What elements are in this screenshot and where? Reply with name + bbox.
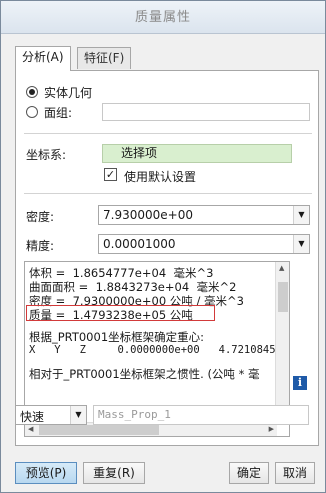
info-icon[interactable]: i <box>293 376 307 390</box>
precision-value: 0.00001000 <box>103 237 176 251</box>
use-default-label: 使用默认设置 <box>124 170 197 184</box>
precision-label: 精度: <box>26 239 55 253</box>
tab-analysis[interactable]: 分析(A) <box>15 46 71 71</box>
mass-highlight-box <box>26 305 215 321</box>
ok-button[interactable]: 确定 <box>229 462 269 484</box>
preview-button[interactable]: 预览(P) <box>15 462 77 484</box>
mass-properties-dialog: 质量属性 分析(A) 特征(F) 实体几何 面组: 坐标系: 选择项 ✓ 使用默… <box>0 0 326 493</box>
tab-feature-label: 特征(F) <box>84 51 125 65</box>
scroll-left-icon[interactable]: ◀ <box>28 425 33 433</box>
result-inertia-title: 相对于_PRT0001坐标框架之惯性. (公吨 * 毫 <box>29 367 260 381</box>
mode-combo[interactable]: 快速 ▼ <box>15 405 87 425</box>
divider <box>24 133 312 134</box>
use-default-checkbox[interactable]: ✓ <box>104 168 117 181</box>
coord-system-value: 选择项 <box>121 146 158 160</box>
density-label: 密度: <box>26 210 55 224</box>
radio-quilt-label: 面组: <box>44 105 73 120</box>
vertical-scrollbar[interactable]: ▲ ▼ <box>275 262 289 422</box>
chevron-down-icon[interactable]: ▼ <box>293 206 309 224</box>
divider <box>24 193 312 194</box>
tab-analysis-label: 分析(A) <box>22 50 64 64</box>
scroll-thumb[interactable] <box>39 425 159 435</box>
chevron-down-icon[interactable]: ▼ <box>293 235 309 253</box>
density-combo[interactable]: 7.930000e+00 ▼ <box>98 205 310 225</box>
checkmark-icon: ✓ <box>105 168 116 181</box>
precision-combo[interactable]: 0.00001000 ▼ <box>98 234 310 254</box>
radio-selected-icon <box>26 86 38 98</box>
quilt-field[interactable] <box>102 103 310 121</box>
radio-solid-geometry[interactable]: 实体几何 <box>26 83 92 101</box>
scroll-thumb[interactable] <box>278 282 288 312</box>
scroll-right-icon[interactable]: ▶ <box>269 425 274 433</box>
chevron-down-icon[interactable]: ▼ <box>70 406 86 424</box>
cancel-button[interactable]: 取消 <box>275 462 315 484</box>
coord-label: 坐标系: <box>26 148 67 162</box>
result-cg-title: 根据_PRT0001坐标框架确定重心: <box>29 330 205 344</box>
scroll-up-icon[interactable]: ▲ <box>279 264 284 272</box>
analysis-name-field[interactable]: Mass_Prop_1 <box>93 405 309 425</box>
coord-system-field[interactable]: 选择项 <box>102 144 292 163</box>
result-cg-values: X Y Z 0.0000000e+00 4.7210845e+ <box>29 344 289 356</box>
dialog-title: 质量属性 <box>1 1 325 34</box>
density-value: 7.930000e+00 <box>103 208 193 222</box>
radio-solid-label: 实体几何 <box>44 85 93 100</box>
repeat-button[interactable]: 重复(R) <box>83 462 145 484</box>
mode-value: 快速 <box>20 410 45 424</box>
analysis-panel: 实体几何 面组: 坐标系: 选择项 ✓ 使用默认设置 密度: 7.930000e… <box>15 70 319 446</box>
radio-unselected-icon <box>26 106 38 118</box>
tab-feature[interactable]: 特征(F) <box>77 47 132 69</box>
radio-quilt[interactable]: 面组: <box>26 103 72 121</box>
